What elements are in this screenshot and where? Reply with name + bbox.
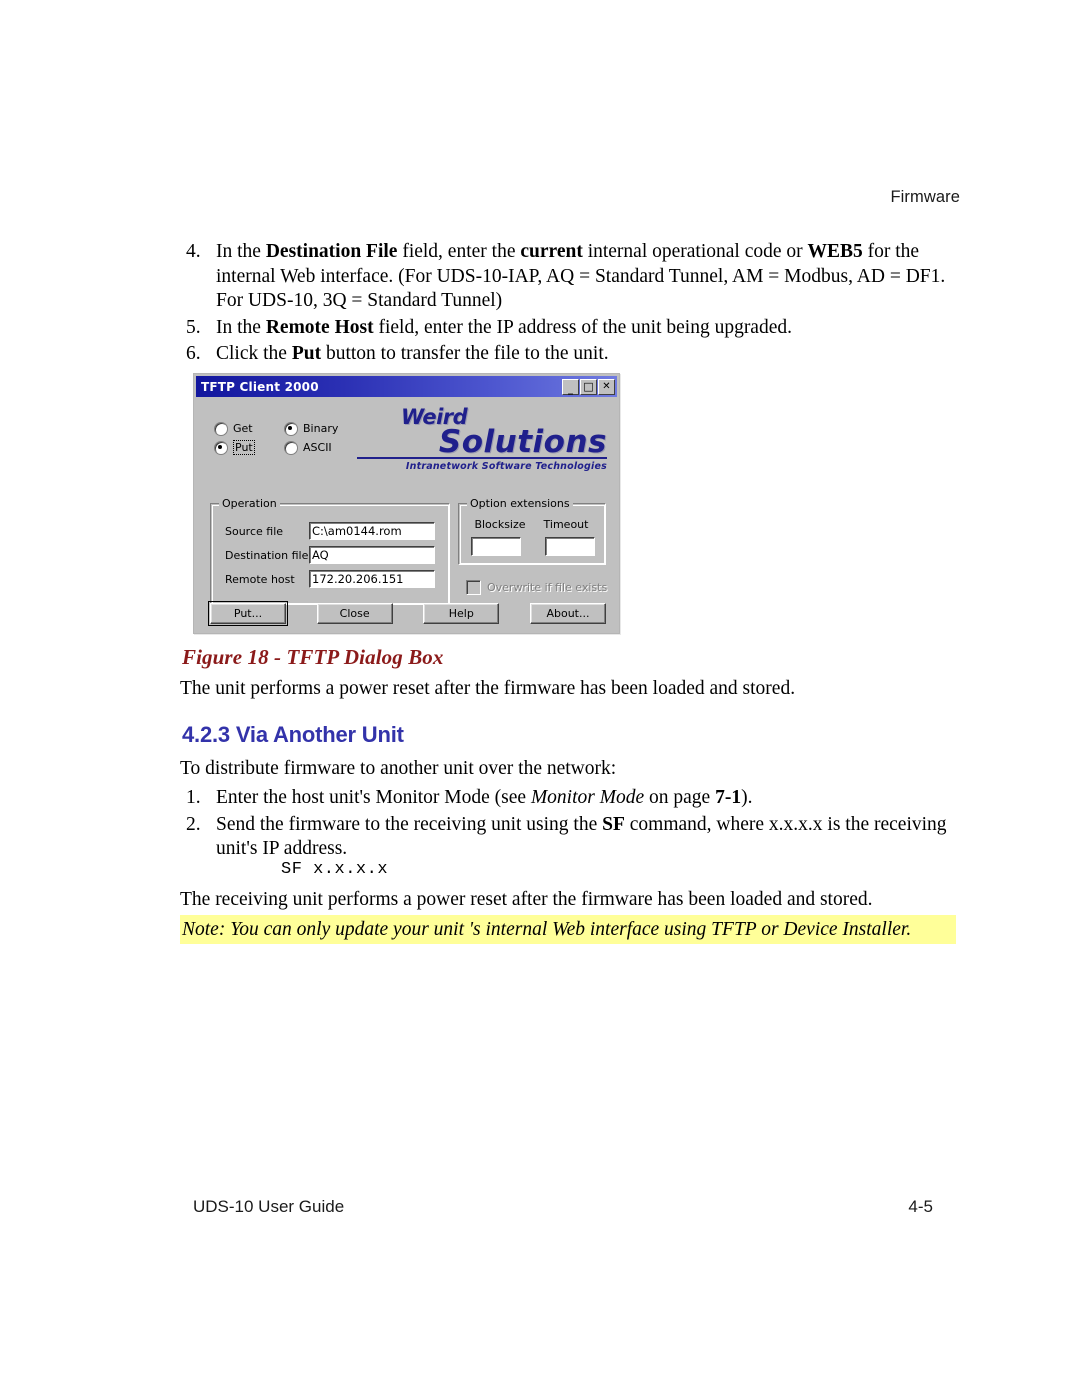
overwrite-if-file-exists-checkbox[interactable]: Overwrite if file exists xyxy=(466,580,607,595)
radio-binary[interactable]: Binary xyxy=(284,421,354,436)
source-file-input[interactable]: C:\am0144.rom xyxy=(309,522,435,540)
maximize-glyph: □ xyxy=(583,379,594,393)
footer-page-number: 4-5 xyxy=(908,1197,933,1216)
maximize-icon[interactable]: □ xyxy=(580,378,597,395)
option-extensions-group-title: Option extensions xyxy=(467,497,573,510)
list-item-number: 1. xyxy=(186,787,201,808)
option-extension-inputs xyxy=(471,537,595,556)
dialog-button-row: Put... Close Help About... xyxy=(208,601,606,626)
radio-row-2: Put ASCII xyxy=(214,438,364,457)
code-line: SF x.x.x.x xyxy=(281,860,389,879)
list-item-number: 4. xyxy=(186,241,201,262)
close-button[interactable]: Close xyxy=(316,603,393,624)
radio-row-1: Get Binary xyxy=(214,419,364,438)
running-header: Firmware xyxy=(890,188,960,206)
radio-get-label: Get xyxy=(233,422,253,435)
radio-get[interactable]: Get xyxy=(214,421,284,436)
remote-host-input[interactable]: 172.20.206.151 xyxy=(309,570,435,588)
overwrite-checkbox-label: Overwrite if file exists xyxy=(487,581,608,594)
list-item: 4. In the Destination File field, enter … xyxy=(180,240,970,314)
list-item-text: In the Destination File field, enter the… xyxy=(216,241,946,311)
numbered-step-list-2: 1. Enter the host unit's Monitor Mode (s… xyxy=(180,786,970,864)
radio-put[interactable]: Put xyxy=(214,440,284,455)
radio-ascii-icon xyxy=(284,440,298,455)
list-item: 6. Click the Put button to transfer the … xyxy=(180,342,970,367)
radio-ascii-label: ASCII xyxy=(303,441,332,454)
document-page: Firmware 4. In the Destination File fiel… xyxy=(0,0,1080,1397)
list-item-number: 5. xyxy=(186,316,201,338)
footer-document-title: UDS-10 User Guide xyxy=(193,1197,345,1216)
radio-get-icon xyxy=(214,421,228,436)
list-item-text: Click the Put button to transfer the fil… xyxy=(216,343,609,364)
minimize-icon[interactable]: _ xyxy=(562,378,579,395)
numbered-step-list-1: 4. In the Destination File field, enter … xyxy=(180,240,970,369)
put-button[interactable]: Put... xyxy=(208,601,288,626)
source-file-label: Source file xyxy=(225,524,284,538)
remote-host-label: Remote host xyxy=(225,572,295,586)
page-footer: UDS-10 User Guide 4-5 xyxy=(193,1197,933,1217)
destination-file-label: Destination file xyxy=(225,548,309,562)
help-button[interactable]: Help xyxy=(423,603,500,624)
section-heading-4-2-3: 4.2.3 Via Another Unit xyxy=(182,722,404,747)
list-item: 5. In the Remote Host field, enter the I… xyxy=(180,316,970,341)
radio-binary-label: Binary xyxy=(303,422,339,435)
list-item-number: 6. xyxy=(186,343,201,364)
option-extensions-group-box: Option extensions Blocksize Timeout xyxy=(458,497,606,565)
list-item-text: Enter the host unit's Monitor Mode (see … xyxy=(216,787,753,808)
window-control-buttons: _ □ ✕ xyxy=(562,378,615,395)
weird-solutions-logo: Weird Solutions Intranetwork Software Te… xyxy=(357,407,607,474)
paragraph-distribute: To distribute firmware to another unit o… xyxy=(180,758,617,779)
list-item: 1. Enter the host unit's Monitor Mode (s… xyxy=(180,786,970,811)
timeout-label: Timeout xyxy=(543,518,589,531)
transfer-options-radios: Get Binary Put ASCII xyxy=(214,419,364,457)
list-item-text: Send the firmware to the receiving unit … xyxy=(216,813,947,860)
tftp-dialog-screenshot: TFTP Client 2000 _ □ ✕ Get Binary Put AS… xyxy=(193,373,620,634)
close-icon[interactable]: ✕ xyxy=(598,378,615,395)
note-callout: Note: You can only update your unit 's i… xyxy=(180,915,956,944)
operation-group-title: Operation xyxy=(219,497,280,510)
about-button[interactable]: About... xyxy=(529,603,606,624)
dialog-title: TFTP Client 2000 xyxy=(201,379,319,394)
close-glyph: ✕ xyxy=(602,380,611,392)
remote-host-row: Remote host 172.20.206.151 xyxy=(225,570,435,588)
paragraph-receiving-unit: The receiving unit performs a power rese… xyxy=(180,889,873,910)
checkbox-icon xyxy=(466,580,481,595)
logo-word-solutions: Solutions xyxy=(357,427,607,459)
logo-tagline: Intranetwork Software Technologies xyxy=(405,461,607,472)
operation-group-box: Operation Source file C:\am0144.rom Dest… xyxy=(210,497,450,605)
list-item: 2. Send the firmware to the receiving un… xyxy=(180,813,970,862)
option-extension-headers: Blocksize Timeout xyxy=(467,518,599,531)
figure-caption: Figure 18 - TFTP Dialog Box xyxy=(182,645,444,669)
paragraph-power-reset: The unit performs a power reset after th… xyxy=(180,678,796,699)
radio-binary-icon xyxy=(284,421,298,436)
blocksize-label: Blocksize xyxy=(474,518,526,531)
list-item-text: In the Remote Host field, enter the IP a… xyxy=(216,316,792,338)
radio-put-icon xyxy=(214,440,228,455)
destination-file-row: Destination file AQ xyxy=(225,546,435,564)
radio-ascii[interactable]: ASCII xyxy=(284,440,354,455)
blocksize-input[interactable] xyxy=(471,537,521,556)
dialog-title-bar: TFTP Client 2000 _ □ ✕ xyxy=(196,376,617,397)
destination-file-input[interactable]: AQ xyxy=(309,546,435,564)
source-file-row: Source file C:\am0144.rom xyxy=(225,522,435,540)
radio-put-label: Put xyxy=(233,440,255,455)
list-item-number: 2. xyxy=(186,813,201,835)
dialog-body: Get Binary Put ASCII Weird Solutions Int… xyxy=(194,397,619,633)
timeout-input[interactable] xyxy=(545,537,595,556)
